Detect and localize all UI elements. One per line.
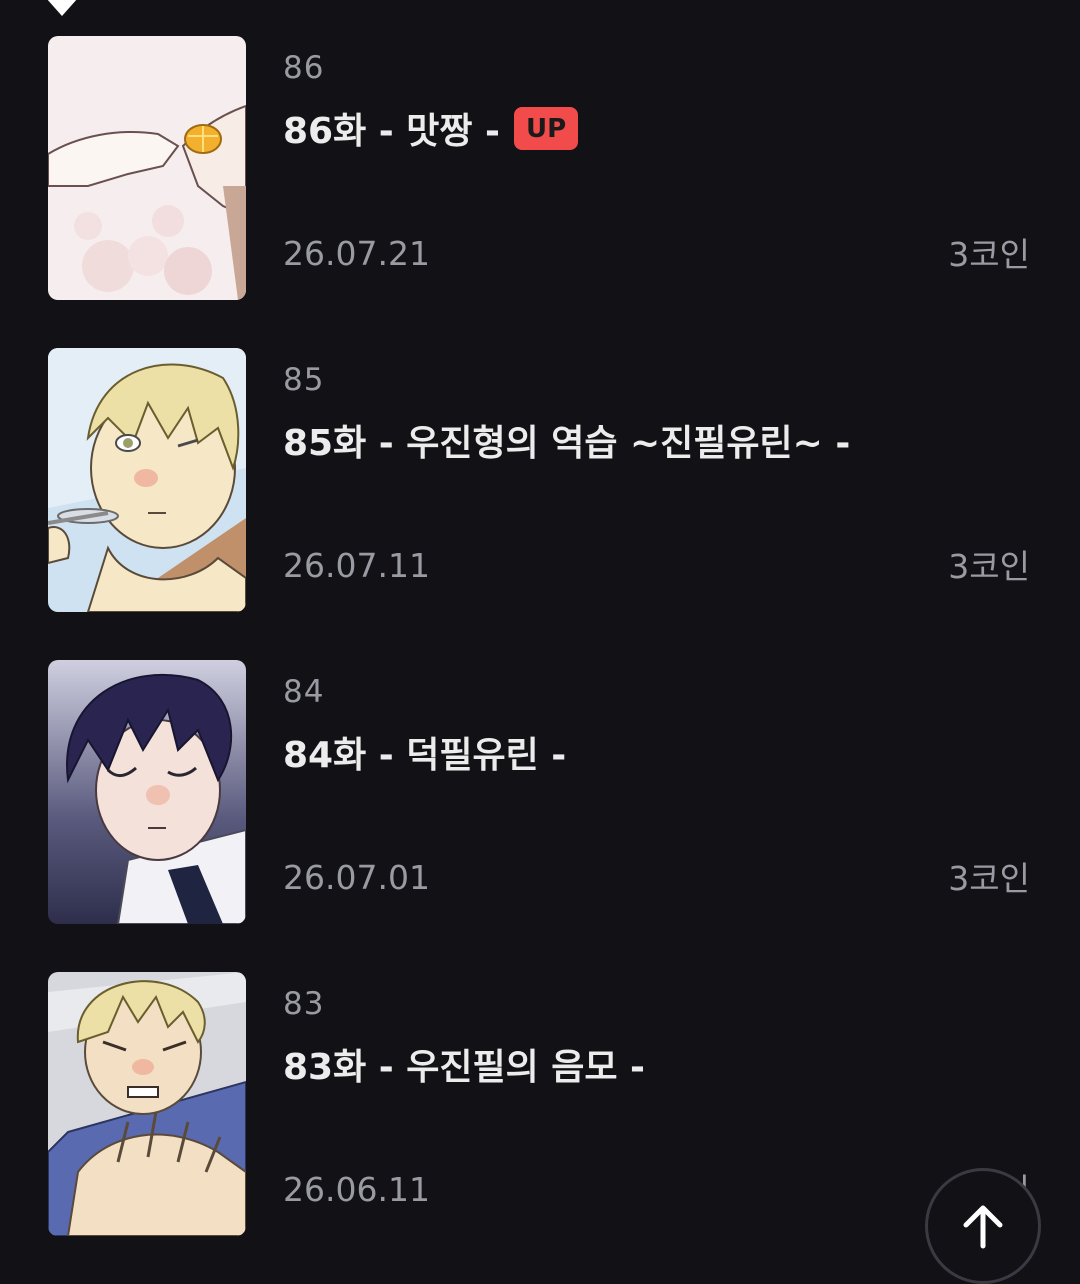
episode-thumbnail [48, 660, 246, 924]
episode-title-row: 85화 - 우진형의 역습 ~진필유린~ - [283, 414, 850, 466]
episode-date: 26.06.11 [283, 1170, 430, 1209]
episode-thumbnail [48, 348, 246, 612]
episode-date: 26.07.01 [283, 858, 430, 897]
episode-title-row: 86화 - 맛짱 - UP [283, 102, 579, 154]
episode-title: 84화 - 덕필유린 - [283, 735, 567, 776]
episode-thumbnail [48, 36, 246, 300]
episode-title: 85화 - 우진형의 역습 ~진필유린~ - [283, 423, 851, 464]
thumbnail-illustration-dark-hair-boy [48, 660, 246, 924]
episode-item-86[interactable]: 86 86화 - 맛짱 - UP 26.07.21 3코인 [0, 36, 1080, 348]
episode-date: 26.07.21 [283, 234, 430, 273]
episode-number: 84 [283, 674, 325, 710]
thumbnail-illustration-blond-boy [48, 348, 246, 612]
arrow-up-icon [963, 1205, 1003, 1249]
scroll-to-top-button[interactable] [925, 1168, 1041, 1284]
episode-thumbnail [48, 972, 246, 1236]
thumbnail-illustration-angry-boy [48, 972, 246, 1236]
episode-price: 3코인 [948, 547, 1030, 586]
episode-item-83[interactable]: 83 83화 - 우진필의 음모 - 26.06.11 3코인 [0, 972, 1080, 1284]
episode-item-84[interactable]: 84 84화 - 덕필유린 - 26.07.01 3코인 [0, 660, 1080, 972]
episode-title: 86화 - 맛짱 - [283, 111, 500, 152]
episode-number: 83 [283, 986, 325, 1022]
selected-marker-icon [46, 0, 78, 16]
episode-list: 86 86화 - 맛짱 - UP 26.07.21 3코인 85 85화 - 우… [0, 36, 1080, 1284]
episode-number: 85 [283, 362, 325, 398]
episode-price: 3코인 [948, 859, 1030, 898]
episode-item-85[interactable]: 85 85화 - 우진형의 역습 ~진필유린~ - 26.07.11 3코인 [0, 348, 1080, 660]
update-badge: UP [513, 106, 579, 150]
episode-date: 26.07.11 [283, 546, 430, 585]
episode-title-row: 84화 - 덕필유린 - [283, 726, 566, 778]
episode-price: 3코인 [948, 235, 1030, 274]
thumbnail-illustration-hands [48, 36, 246, 300]
episode-number: 86 [283, 50, 325, 86]
episode-title: 83화 - 우진필의 음모 - [283, 1047, 645, 1088]
episode-title-row: 83화 - 우진필의 음모 - [283, 1038, 645, 1090]
